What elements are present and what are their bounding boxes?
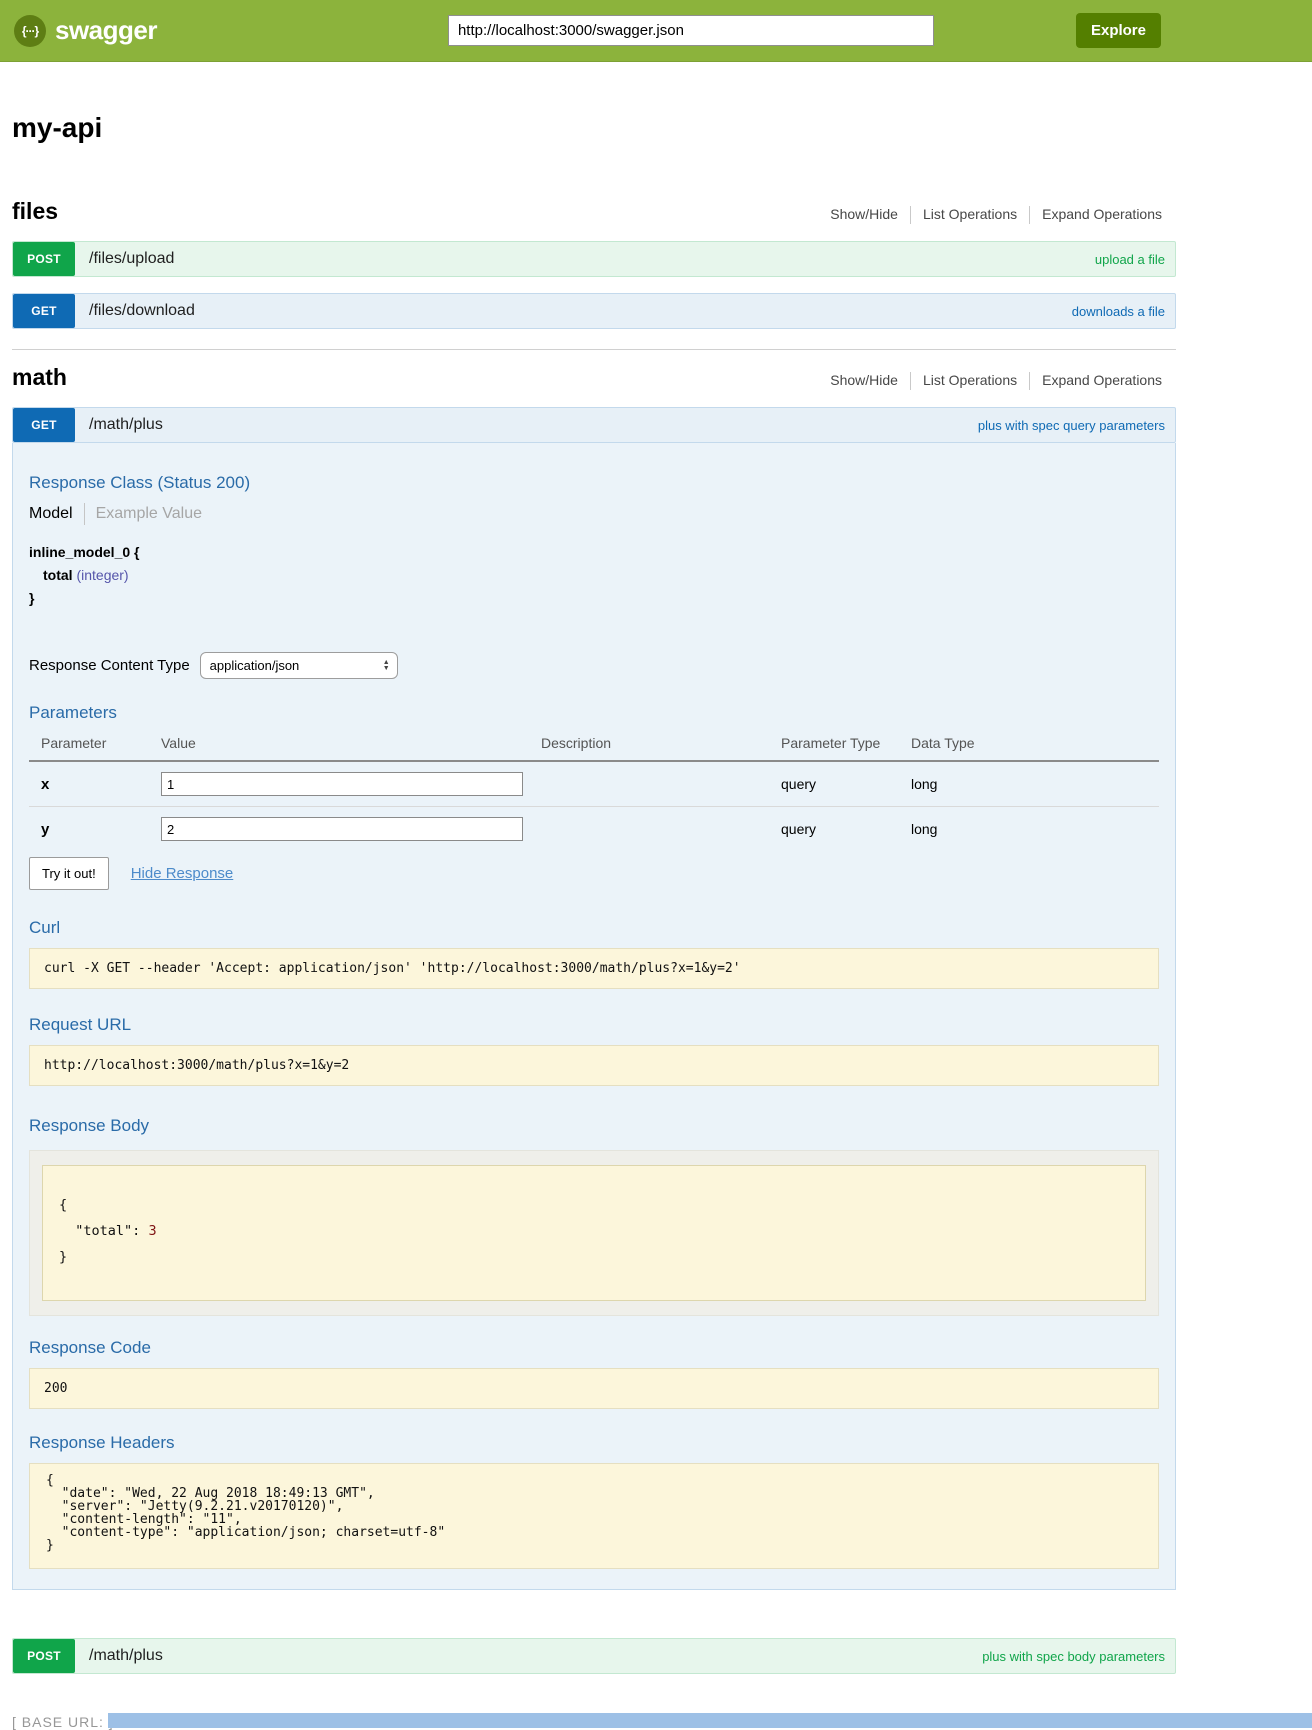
list-operations-link[interactable]: List Operations [923,206,1017,222]
operation-post-math-plus: POST /math/plus plus with spec body para… [12,1638,1176,1674]
operation-toggle[interactable]: POST /files/upload upload a file [12,241,1176,277]
divider [1029,372,1030,390]
parameter-data-type: long [911,761,1159,807]
method-badge-get: GET [13,408,75,442]
bottom-blue-bar [108,1713,1312,1728]
model-property-type: (integer) [76,567,128,583]
method-badge-get: GET [13,294,75,328]
section-divider [12,349,1176,350]
parameter-description [541,807,781,852]
parameter-type: query [781,761,911,807]
response-code-heading: Response Code [29,1338,1159,1358]
column-header: Data Type [911,729,1159,761]
parameter-value-input-y[interactable] [161,817,523,841]
expand-operations-link[interactable]: Expand Operations [1042,206,1162,222]
response-body-block: { "total": 3 } [42,1165,1146,1301]
list-operations-link[interactable]: List Operations [923,372,1017,388]
top-header: {···} swagger Explore [0,0,1312,62]
operation-toggle[interactable]: POST /math/plus plus with spec body para… [12,1638,1176,1674]
spec-url-input[interactable] [448,15,934,46]
response-code-block: 200 [29,1368,1159,1409]
parameter-name: y [29,807,161,852]
method-badge-post: POST [13,1639,75,1673]
divider [910,372,911,390]
column-header: Parameter [29,729,161,761]
operation-summary[interactable]: downloads a file [1072,304,1165,319]
response-body-container: { "total": 3 } [29,1150,1159,1316]
divider [84,503,85,525]
brand-title: swagger [55,15,157,46]
model-tabs: Model Example Value [29,503,1159,525]
section-header-math: math Show/Hide List Operations Expand Op… [12,364,1176,391]
response-class-heading: Response Class (Status 200) [29,473,1159,493]
tab-example-value[interactable]: Example Value [96,505,202,523]
operation-summary[interactable]: upload a file [1095,252,1165,267]
show-hide-link[interactable]: Show/Hide [830,206,898,222]
model-open: inline_model_0 { [29,541,1159,564]
section-title-files[interactable]: files [12,198,58,225]
explore-button[interactable]: Explore [1076,13,1161,48]
divider [910,206,911,224]
operation-summary[interactable]: plus with spec body parameters [982,1649,1165,1664]
show-hide-link[interactable]: Show/Hide [830,372,898,388]
operation-get-files-download: GET /files/download downloads a file [12,293,1176,329]
request-url-heading: Request URL [29,1015,1159,1035]
try-it-out-button[interactable]: Try it out! [29,857,109,890]
model-property: total (integer) [43,564,1159,587]
hide-response-link[interactable]: Hide Response [131,865,234,882]
operation-summary[interactable]: plus with spec query parameters [978,418,1165,433]
parameter-value-input-x[interactable] [161,772,523,796]
content-type-select[interactable]: application/json ▲ ▼ [200,652,398,679]
curl-heading: Curl [29,918,1159,938]
parameters-table: Parameter Value Description Parameter Ty… [29,729,1159,851]
column-header: Value [161,729,541,761]
expand-operations-link[interactable]: Expand Operations [1042,372,1162,388]
response-content-type-row: Response Content Type application/json ▲… [29,652,1159,679]
parameter-row-x: x query long [29,761,1159,807]
section-controls-files: Show/Hide List Operations Expand Operati… [830,206,1176,224]
response-content-type-label: Response Content Type [29,657,190,674]
model-property-name: total [43,567,73,583]
column-header: Parameter Type [781,729,911,761]
page-title: my-api [12,112,1176,144]
section-controls-math: Show/Hide List Operations Expand Operati… [830,372,1176,390]
operation-detail-panel: Response Class (Status 200) Model Exampl… [12,443,1176,1590]
response-headers-block: { "date": "Wed, 22 Aug 2018 18:49:13 GMT… [29,1463,1159,1569]
operation-get-math-plus: GET /math/plus plus with spec query para… [12,407,1176,1590]
parameter-type: query [781,807,911,852]
parameter-description [541,761,781,807]
divider [1029,206,1030,224]
request-url-block: http://localhost:3000/math/plus?x=1&y=2 [29,1045,1159,1086]
api-page: my-api files Show/Hide List Operations E… [12,112,1176,1730]
operation-path[interactable]: /math/plus [89,1647,163,1665]
method-badge-post: POST [13,242,75,276]
content-type-selected-value: application/json [210,658,300,673]
try-it-out-row: Try it out! Hide Response [29,857,1159,890]
parameter-name: x [29,761,161,807]
swagger-logo[interactable]: {···} swagger [14,15,157,47]
curl-command-block: curl -X GET --header 'Accept: applicatio… [29,948,1159,989]
parameters-table-header: Parameter Value Description Parameter Ty… [29,729,1159,761]
select-arrows-icon: ▲ ▼ [383,660,390,672]
operation-path[interactable]: /math/plus [89,416,163,434]
operation-post-files-upload: POST /files/upload upload a file [12,241,1176,277]
response-body-heading: Response Body [29,1116,1159,1136]
operation-toggle[interactable]: GET /math/plus plus with spec query para… [12,407,1176,443]
section-title-math[interactable]: math [12,364,67,391]
swagger-braces-icon: {···} [14,15,46,47]
model-close: } [29,587,1159,610]
section-header-files: files Show/Hide List Operations Expand O… [12,198,1176,225]
parameter-row-y: y query long [29,807,1159,852]
tab-model[interactable]: Model [29,505,73,523]
operation-path[interactable]: /files/download [89,302,195,320]
column-header: Description [541,729,781,761]
operation-path[interactable]: /files/upload [89,250,174,268]
parameter-data-type: long [911,807,1159,852]
parameters-heading: Parameters [29,703,1159,723]
response-headers-heading: Response Headers [29,1433,1159,1453]
operation-toggle[interactable]: GET /files/download downloads a file [12,293,1176,329]
model-signature: inline_model_0 { total (integer) } [29,541,1159,610]
